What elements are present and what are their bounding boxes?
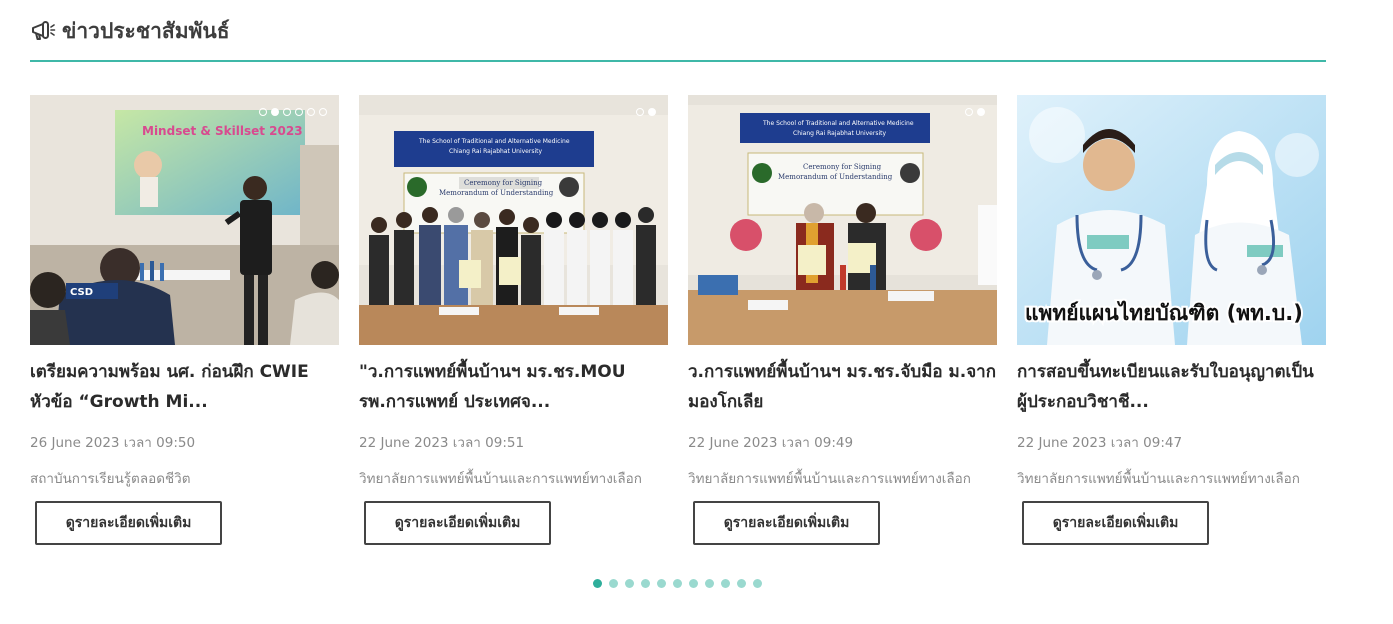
news-org: สถาบันการเรียนรู้ตลอดชีวิต	[30, 471, 191, 487]
news-card[interactable]: แพทย์แผนไทยบัณฑิต (พท.บ.) การสอบขึ้นทะเบ…	[1017, 95, 1326, 545]
news-card[interactable]: The School of Traditional and Alternativ…	[688, 95, 997, 545]
news-title[interactable]: การสอบขึ้นทะเบียนและรับใบอนุญาตเป็น ผู้ป…	[1017, 357, 1326, 417]
banner-text: Ceremony for Signing	[803, 163, 882, 171]
banner-text: Chiang Rai Rajabhat University	[793, 130, 886, 137]
read-more-button[interactable]: ดูรายละเอียดเพิ่มเติม	[1022, 501, 1209, 545]
news-title[interactable]: เตรียมความพร้อม นศ. ก่อนฝึก CWIE หัวข้อ …	[30, 357, 339, 417]
card-slide-dots[interactable]	[259, 108, 327, 116]
banner-text: Chiang Rai Rajabhat University	[449, 148, 542, 155]
banner-text: Memorandum of Understanding	[778, 173, 893, 181]
banner-text: The School of Traditional and Alternativ…	[762, 120, 914, 127]
pager-dot[interactable]	[673, 579, 682, 588]
section-divider	[30, 60, 1326, 62]
pager-dot[interactable]	[705, 579, 714, 588]
pager-dot[interactable]	[609, 579, 618, 588]
news-org: วิทยาลัยการแพทย์พื้นบ้านและการแพทย์ทางเล…	[1017, 471, 1300, 487]
section-title: ข่าวประชาสัมพันธ์	[62, 18, 230, 43]
image-badge: CSD	[70, 287, 93, 298]
banner-text: Ceremony for Signing	[464, 179, 543, 187]
news-date: 22 June 2023 เวลา 09:49	[688, 435, 854, 451]
news-image[interactable]: The School of Traditional and Alternativ…	[688, 95, 997, 345]
news-date: 26 June 2023 เวลา 09:50	[30, 435, 196, 451]
megaphone-icon	[30, 18, 56, 44]
news-org: วิทยาลัยการแพทย์พื้นบ้านและการแพทย์ทางเล…	[359, 471, 642, 487]
image-heading: Mindset & Skillset 2023	[142, 124, 303, 138]
card-slide-dots[interactable]	[965, 108, 985, 116]
news-date: 22 June 2023 เวลา 09:47	[1017, 435, 1183, 451]
news-date: 22 June 2023 เวลา 09:51	[359, 435, 525, 451]
pager-dot[interactable]	[593, 579, 602, 588]
pager-dot[interactable]	[689, 579, 698, 588]
banner-text: The School of Traditional and Alternativ…	[418, 138, 570, 145]
news-card[interactable]: The School of Traditional and Alternativ…	[359, 95, 668, 545]
pager-dot[interactable]	[625, 579, 634, 588]
news-card[interactable]: CSD Mindset & Skillset 2023 เตรียมความพร…	[30, 95, 339, 545]
pager-dot[interactable]	[657, 579, 666, 588]
pager-dot[interactable]	[737, 579, 746, 588]
read-more-button[interactable]: ดูรายละเอียดเพิ่มเติม	[364, 501, 551, 545]
section-header: ข่าวประชาสัมพันธ์	[30, 14, 230, 48]
card-slide-dots[interactable]	[636, 108, 656, 116]
pager-dot[interactable]	[753, 579, 762, 588]
news-image[interactable]: The School of Traditional and Alternativ…	[359, 95, 668, 345]
news-org: วิทยาลัยการแพทย์พื้นบ้านและการแพทย์ทางเล…	[688, 471, 971, 487]
news-image[interactable]: แพทย์แผนไทยบัณฑิต (พท.บ.)	[1017, 95, 1326, 345]
news-image[interactable]: CSD Mindset & Skillset 2023	[30, 95, 339, 345]
carousel-pager[interactable]	[593, 579, 762, 588]
read-more-button[interactable]: ดูรายละเอียดเพิ่มเติม	[35, 501, 222, 545]
banner-text: Memorandum of Understanding	[439, 189, 554, 197]
news-title[interactable]: "ว.การแพทย์พื้นบ้านฯ มร.ชร.MOU รพ.การแพท…	[359, 357, 668, 417]
read-more-button[interactable]: ดูรายละเอียดเพิ่มเติม	[693, 501, 880, 545]
image-caption: แพทย์แผนไทยบัณฑิต (พท.บ.)	[1025, 300, 1303, 325]
news-title[interactable]: ว.การแพทย์พื้นบ้านฯ มร.ชร.จับมือ ม.จาก ม…	[688, 357, 997, 417]
pager-dot[interactable]	[641, 579, 650, 588]
pager-dot[interactable]	[721, 579, 730, 588]
